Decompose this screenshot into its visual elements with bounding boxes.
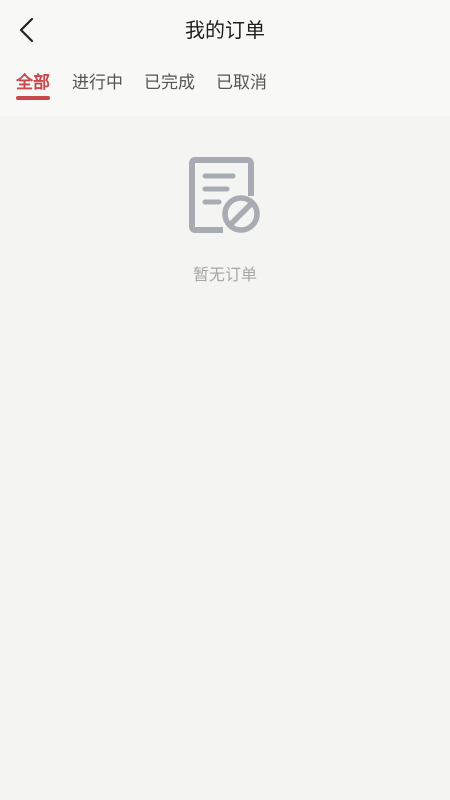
order-tabs: 全部 进行中 已完成 已取消: [0, 60, 450, 116]
app-header: 我的订单: [0, 0, 450, 60]
tab-all[interactable]: 全部: [16, 60, 50, 108]
order-list-area: 暂无订单: [0, 116, 450, 800]
order-cancel-icon: [189, 157, 260, 233]
empty-state-text: 暂无订单: [192, 265, 257, 284]
chevron-left-icon: [19, 17, 34, 43]
page-title: 我的订单: [185, 18, 265, 42]
tab-cancelled[interactable]: 已取消: [216, 60, 267, 108]
active-tab-indicator: [16, 96, 50, 100]
back-button[interactable]: [10, 13, 44, 47]
tab-completed[interactable]: 已完成: [144, 60, 195, 108]
tab-in-progress[interactable]: 进行中: [72, 60, 123, 108]
